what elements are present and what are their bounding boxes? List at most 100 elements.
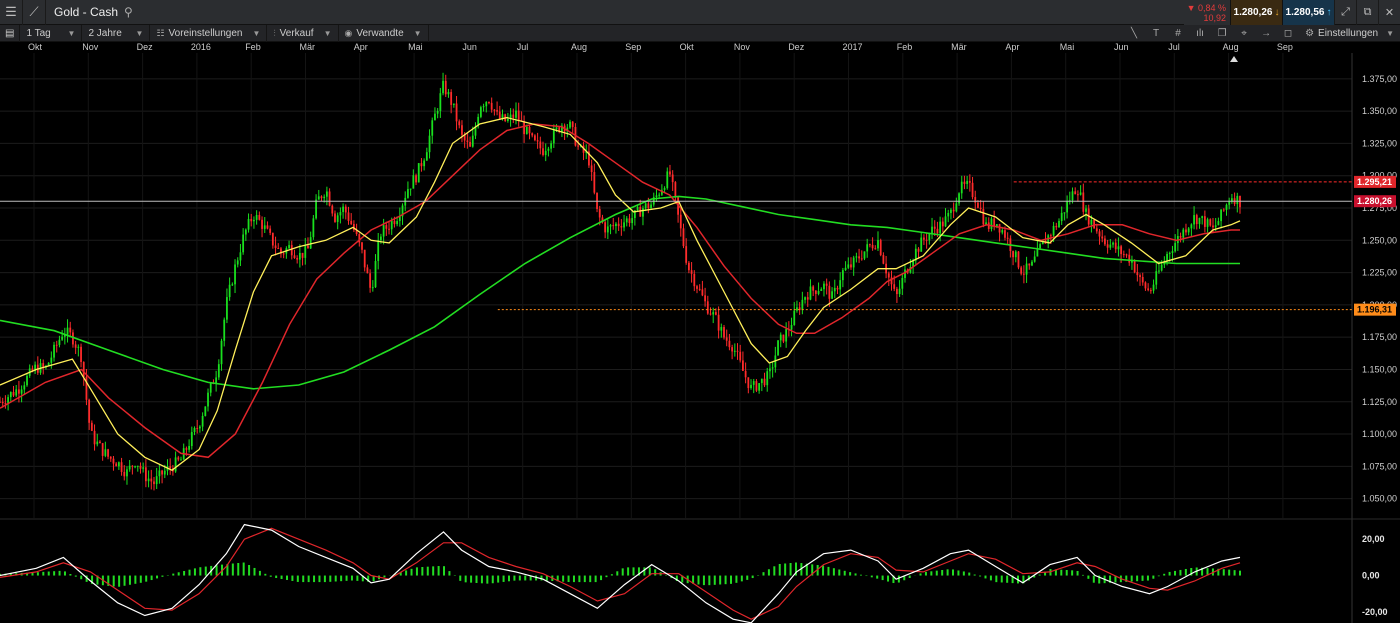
candle-body xyxy=(493,109,496,111)
related-select[interactable]: ◉ Verwandte ▼ xyxy=(339,24,429,42)
arrow-right-icon[interactable]: → xyxy=(1255,25,1277,42)
candle-body xyxy=(147,478,150,482)
candle-body xyxy=(247,218,250,230)
candle-body xyxy=(263,225,266,229)
candle-body xyxy=(1166,253,1168,261)
month-label: Mär xyxy=(299,42,316,52)
candle-body xyxy=(1025,263,1028,275)
candle-body xyxy=(896,288,898,295)
candle-body xyxy=(115,463,118,467)
candle-body xyxy=(382,225,385,237)
sell-price-button[interactable]: 1.280,26 ↓ xyxy=(1230,0,1282,25)
candle-body xyxy=(228,284,231,298)
candle-body xyxy=(542,148,544,156)
candle-body xyxy=(20,389,23,394)
eraser-icon[interactable]: ◻ xyxy=(1277,25,1299,42)
candle-body xyxy=(423,160,426,167)
candle-body xyxy=(490,102,493,110)
candle-body xyxy=(1,401,4,404)
candle-body xyxy=(860,258,863,260)
expand-icon[interactable]: ⤢ xyxy=(1334,0,1356,25)
candle-body xyxy=(1225,204,1228,210)
candle-body xyxy=(101,443,104,456)
candle-body xyxy=(169,466,172,469)
candle-body xyxy=(323,196,326,199)
layers-icon[interactable]: ❐ xyxy=(1211,25,1233,42)
search-icon[interactable]: ⚲ xyxy=(124,5,133,19)
candle-body xyxy=(844,267,847,271)
candle-body xyxy=(552,129,555,144)
candle-body xyxy=(80,346,82,363)
candle-body xyxy=(515,110,517,118)
candle-body xyxy=(723,327,725,338)
candle-body xyxy=(253,219,255,222)
candle-body xyxy=(931,226,933,234)
candle-body xyxy=(1179,236,1182,238)
candle-body xyxy=(866,244,869,252)
candle-body xyxy=(163,470,166,475)
sidebar-toggle-icon[interactable]: ▤ xyxy=(0,24,21,42)
candle-body xyxy=(0,401,1,403)
sell-select[interactable]: ⫶ Verkauf ▼ xyxy=(267,24,339,42)
candle-body xyxy=(731,347,734,352)
chart-background xyxy=(0,53,1400,623)
current-price-label: 1.280,26 xyxy=(1357,196,1392,206)
chevron-down-icon: ▼ xyxy=(413,28,422,38)
candle-body xyxy=(771,367,774,369)
indicator-icon[interactable]: ılı xyxy=(1189,25,1211,42)
candle-body xyxy=(971,182,974,198)
interval-select[interactable]: 1 Tag ▼ xyxy=(20,24,83,42)
popout-icon[interactable]: ⧉ xyxy=(1356,0,1378,25)
menu-icon[interactable]: ☰ xyxy=(0,0,22,25)
presets-label: Voreinstellungen xyxy=(168,27,243,39)
candle-body xyxy=(82,362,85,377)
candle-body xyxy=(250,218,253,222)
month-label: Sep xyxy=(1276,42,1293,52)
candle-body xyxy=(725,337,728,341)
candle-body xyxy=(990,218,993,229)
drawing-tool-icon[interactable]: ╲ xyxy=(1123,25,1145,42)
presets-select[interactable]: ☷ Voreinstellungen ▼ xyxy=(150,24,268,42)
candle-body xyxy=(852,257,855,268)
candle-body xyxy=(609,225,612,227)
month-label: Mai xyxy=(408,42,423,52)
candle-body xyxy=(831,291,833,299)
candle-body xyxy=(18,389,20,394)
grid-icon[interactable]: # xyxy=(1167,25,1189,42)
candle-body xyxy=(1201,216,1204,218)
y-tick-label: 1.350,00 xyxy=(1362,106,1397,116)
text-tool-icon[interactable]: T xyxy=(1145,25,1167,42)
candle-body xyxy=(1117,246,1120,250)
candle-body xyxy=(817,290,820,294)
range-select[interactable]: 2 Jahre ▼ xyxy=(82,24,151,42)
candle-body xyxy=(134,466,136,468)
candle-body xyxy=(1095,228,1098,232)
price-chart[interactable]: 1.375,001.350,001.325,001.300,001.275,00… xyxy=(0,53,1400,623)
crosshair-icon[interactable]: ⌖ xyxy=(1233,25,1255,42)
buy-price-button[interactable]: 1.280,56 ↑ xyxy=(1282,0,1334,25)
candle-body xyxy=(50,357,53,363)
candle-body xyxy=(877,240,879,249)
candle-body xyxy=(993,218,996,227)
chart-type-icon[interactable]: ⟋ xyxy=(23,0,45,25)
candle-body xyxy=(982,209,985,225)
candle-body xyxy=(777,340,779,356)
candle-body xyxy=(74,344,77,348)
candle-body xyxy=(536,140,539,142)
candle-body xyxy=(1141,277,1144,283)
candle-body xyxy=(1093,219,1096,229)
candle-body xyxy=(1004,230,1006,238)
settings-button[interactable]: ⚙ Einstellungen ▼ xyxy=(1299,28,1400,39)
candle-body xyxy=(512,114,515,118)
candle-body xyxy=(15,389,18,396)
close-icon[interactable]: ✕ xyxy=(1378,0,1400,25)
candle-body xyxy=(266,225,269,229)
candle-body xyxy=(874,248,877,250)
candle-body xyxy=(1101,236,1104,239)
month-label: Feb xyxy=(896,42,913,52)
candle-body xyxy=(814,290,817,294)
candle-body xyxy=(469,141,471,147)
candle-body xyxy=(409,188,412,190)
candle-body xyxy=(161,470,163,475)
candle-body xyxy=(547,148,550,151)
